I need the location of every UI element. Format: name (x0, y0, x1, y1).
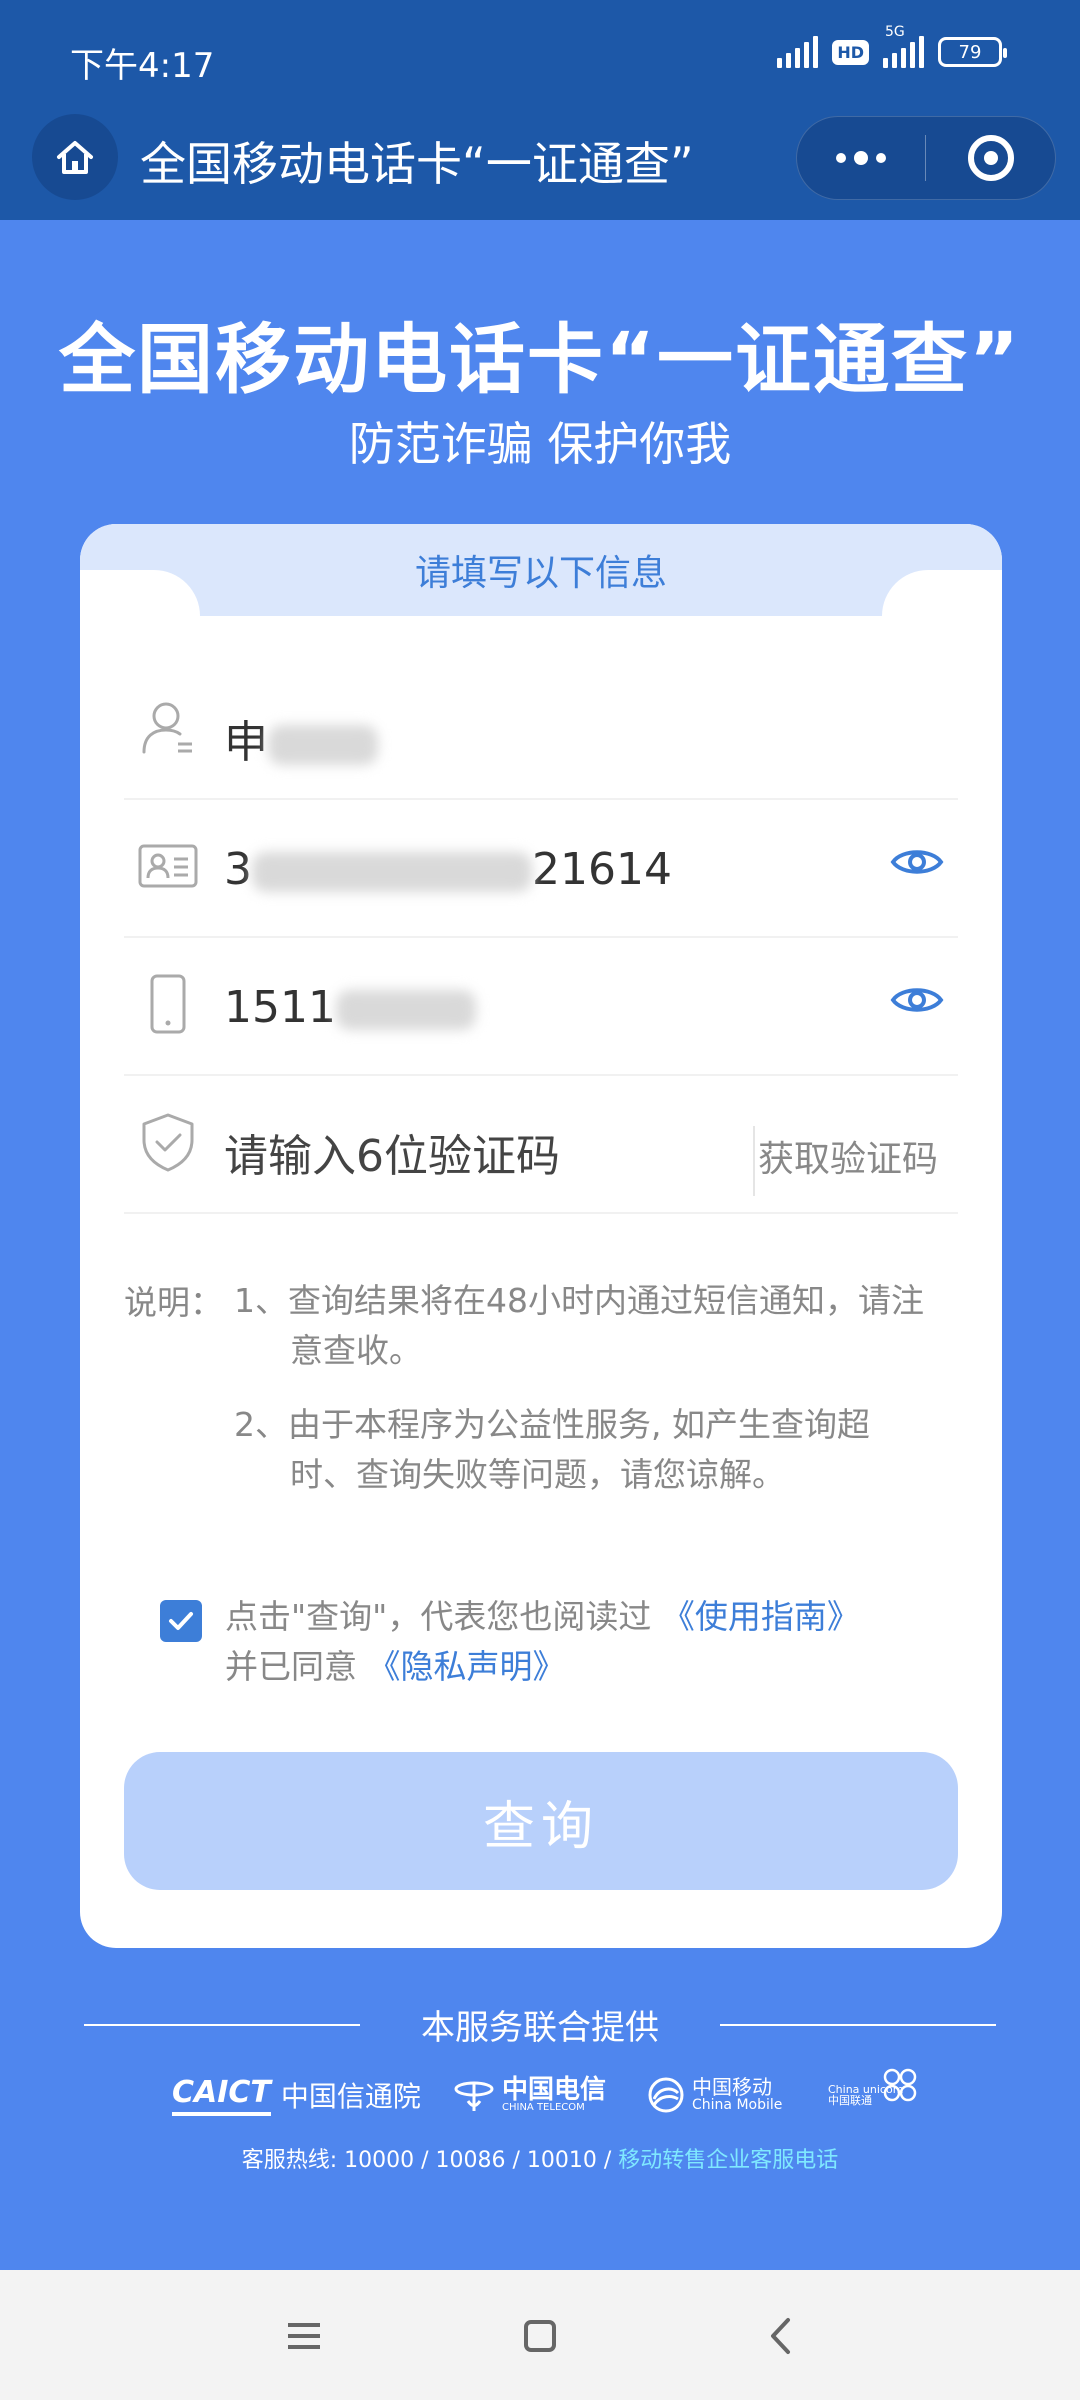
signal-icon (777, 36, 819, 68)
note-item-1: 1、查询结果将在48小时内通过短信通知，请注 意查收。 (234, 1281, 924, 1370)
toggle-phone-visibility-button[interactable] (890, 982, 944, 1022)
status-bar: 下午4:17 HD 5G 79 (0, 0, 1080, 110)
shield-check-icon (136, 1110, 200, 1174)
provided-by-text: 本服务联合提供 (421, 2008, 659, 2048)
more-options-button[interactable] (797, 116, 925, 200)
more-icon (836, 153, 846, 163)
close-mini-program-button[interactable] (926, 135, 1055, 181)
hero-title: 全国移动电话卡“一证通查” (59, 315, 1021, 404)
form-card: 请填写以下信息 申 3 21614 1511 请输入6位验证码 获取验证码 说明… (80, 524, 1002, 1948)
name-value: 申 (224, 706, 378, 770)
notes-label: 说明： (124, 1283, 223, 1322)
note-item-2: 2、由于本程序为公益性服务, 如产生查询超 时、查询失败等问题，请您谅解。 (234, 1405, 870, 1494)
get-code-button[interactable]: 获取验证码 (758, 1130, 938, 1182)
partner-logos: CAICT 中国信通院 中国电信 CHINA TELECOM 中国移动 Chin… (0, 2060, 1080, 2130)
eye-icon (890, 988, 944, 1012)
phone-value: 1511 (224, 982, 476, 1033)
china-telecom-logo: 中国电信 CHINA TELECOM (452, 2060, 606, 2130)
agree-checkbox[interactable] (160, 1600, 202, 1642)
query-button[interactable]: 查询 (124, 1752, 958, 1890)
phone-redacted (335, 990, 476, 1030)
china-unicom-icon (883, 2068, 917, 2102)
phone-field[interactable]: 1511 (124, 938, 958, 1076)
form-header: 请填写以下信息 (240, 524, 842, 616)
square-icon (524, 2320, 556, 2352)
verification-code-field: 请输入6位验证码 获取验证码 (124, 1076, 958, 1214)
status-time: 下午4:17 (70, 46, 215, 86)
china-unicom-logo: China unicom 中国联通 (828, 2060, 922, 2130)
hotline-text: 客服热线: 10000 / 10086 / 10010 / (241, 2148, 619, 2173)
home-nav-button[interactable] (512, 2308, 568, 2364)
mini-program-nav: 全国移动电话卡“一证通查” (0, 110, 1080, 220)
back-button[interactable] (752, 2308, 808, 2364)
battery-icon: 79 (938, 37, 1007, 67)
code-divider (753, 1126, 755, 1196)
caict-logo: CAICT 中国信通院 (172, 2060, 421, 2130)
menu-icon (288, 2323, 320, 2349)
hd-icon: HD (832, 39, 869, 65)
mvno-hotline-link[interactable]: 移动转售企业客服电话 (618, 2148, 838, 2173)
top-bar: 下午4:17 HD 5G 79 全国移动电话卡“一证通查” (0, 0, 1080, 220)
name-redacted (268, 725, 378, 765)
battery-level: 79 (958, 41, 982, 63)
privacy-statement-link[interactable]: 《隐私声明》 (368, 1647, 566, 1686)
user-icon (136, 696, 200, 760)
hotline: 客服热线: 10000 / 10086 / 10010 / 移动转售企业客服电话 (0, 2142, 1080, 2174)
id-card-field[interactable]: 3 21614 (124, 800, 958, 938)
status-icons: HD 5G 79 (777, 24, 1007, 68)
china-mobile-logo: 中国移动 China Mobile (646, 2060, 782, 2130)
name-field[interactable]: 申 (124, 662, 958, 800)
usage-guide-link[interactable]: 《使用指南》 (662, 1597, 860, 1636)
home-icon (57, 141, 93, 174)
target-icon (967, 135, 1014, 181)
eye-icon (890, 850, 944, 874)
home-button[interactable] (32, 114, 118, 200)
recents-button[interactable] (276, 2308, 332, 2364)
china-telecom-icon (454, 2081, 494, 2111)
agreement-text: 点击"查询"，代表您也阅读过 《使用指南》 并已同意 《隐私声明》 (225, 1597, 860, 1686)
phone-icon (136, 972, 200, 1036)
nav-title: 全国移动电话卡“一证通查” (140, 137, 694, 191)
id-visible-prefix: 3 (224, 844, 252, 895)
id-card-value: 3 21614 (224, 844, 672, 895)
system-navigation-bar (0, 2270, 1080, 2400)
5g-signal-icon: 5G (883, 24, 924, 68)
id-card-icon (136, 834, 200, 898)
toggle-id-visibility-button[interactable] (890, 844, 944, 884)
5g-label: 5G (885, 24, 905, 40)
id-visible-suffix: 21614 (532, 844, 672, 895)
phone-visible-prefix: 1511 (224, 982, 336, 1033)
code-input[interactable]: 请输入6位验证码 (224, 1120, 560, 1184)
provided-by: 本服务联合提供 (0, 1996, 1080, 2052)
id-redacted (252, 852, 532, 892)
name-visible-part: 申 (224, 717, 268, 768)
check-icon (169, 1612, 193, 1630)
china-mobile-icon (648, 2077, 684, 2113)
mini-program-capsule (796, 116, 1056, 200)
hero-subtitle: 防范诈骗 保护你我 (348, 417, 732, 471)
back-arrow-icon (771, 2318, 790, 2354)
